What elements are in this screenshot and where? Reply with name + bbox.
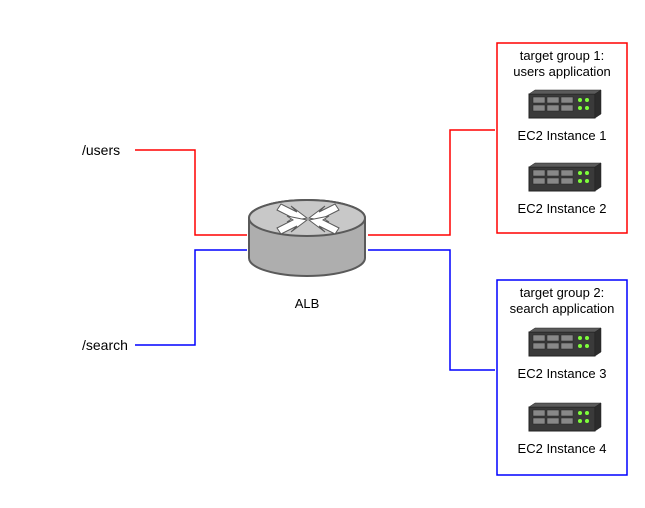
alb-label: ALB — [295, 296, 320, 311]
tg1-title-line1: target group 1: — [520, 48, 605, 63]
tg2-title-line1: target group 2: — [520, 285, 605, 300]
route-search-label: /search — [82, 337, 128, 353]
alb-router-icon — [249, 200, 365, 276]
ec2-instance-3 — [529, 328, 601, 356]
ec2-instance-1 — [529, 90, 601, 118]
ec2-2-label: EC2 Instance 2 — [518, 201, 607, 216]
ec2-3-label: EC2 Instance 3 — [518, 366, 607, 381]
route-users-label: /users — [82, 142, 120, 158]
tg2-title-line2: search application — [510, 301, 615, 316]
ec2-instance-2 — [529, 163, 601, 191]
target-group-2: target group 2: search application EC2 I… — [497, 280, 627, 475]
target-group-1: target group 1: users application EC2 In… — [497, 43, 627, 233]
alb-routing-diagram: /users /search ALB target group 1: users… — [0, 0, 645, 508]
ec2-1-label: EC2 Instance 1 — [518, 128, 607, 143]
ec2-4-label: EC2 Instance 4 — [518, 441, 607, 456]
ec2-instance-4 — [529, 403, 601, 431]
tg1-title-line2: users application — [513, 64, 611, 79]
